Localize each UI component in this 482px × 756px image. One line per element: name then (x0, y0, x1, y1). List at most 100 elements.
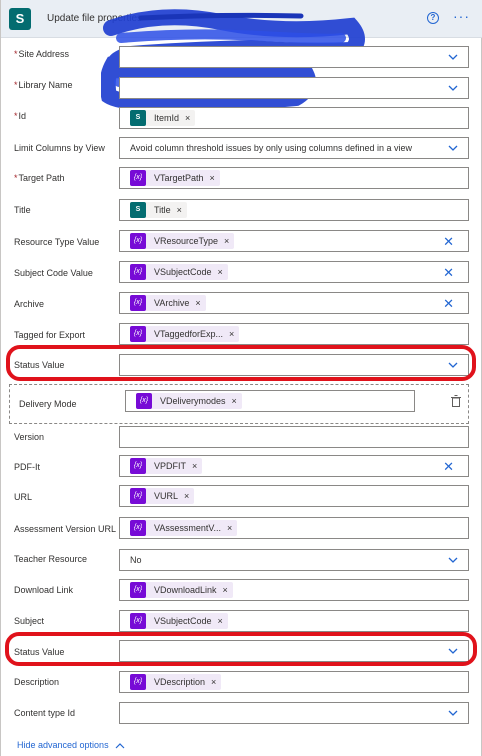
row-id: *Id S ItemId × (1, 104, 482, 134)
tagged-for-export-field[interactable]: {x} VTaggedforExp... × (119, 323, 469, 345)
vtargetpath-token[interactable]: {x} VTargetPath × (130, 170, 220, 186)
chevron-down-icon[interactable] (448, 83, 458, 93)
row-description: Description {x} VDescription × (1, 670, 482, 700)
id-field[interactable]: S ItemId × (119, 107, 469, 129)
varchive-token[interactable]: {x} VArchive × (130, 295, 206, 311)
resource-type-field[interactable]: {x} VResourceType × ✕ (119, 230, 469, 252)
vdownloadlink-token[interactable]: {x} VDownloadLink × (130, 582, 233, 598)
row-site-address: *Site Address (1, 42, 482, 72)
variable-icon: {x} (130, 613, 146, 629)
site-address-dropdown[interactable] (119, 46, 469, 68)
red-highlight-annotation (5, 632, 477, 666)
row-pdf-it: PDF-It {x} VPDFIT × ✕ (1, 455, 482, 485)
archive-field[interactable]: {x} VArchive × ✕ (119, 292, 469, 314)
vdeliverymodes-token[interactable]: {x} VDeliverymodes × (136, 393, 242, 409)
token-label: VTargetPath (154, 173, 204, 183)
chevron-down-icon[interactable] (448, 52, 458, 62)
vdescription-token[interactable]: {x} VDescription × (130, 674, 222, 690)
row-library-name: *Library Name (1, 73, 482, 103)
title-token[interactable]: S Title × (130, 202, 187, 218)
assessment-version-url-field[interactable]: {x} VAssessmentV... × (119, 517, 469, 539)
token-label: VAssessmentV... (154, 523, 222, 533)
remove-token-icon[interactable]: × (184, 491, 189, 501)
download-link-label: Download Link (14, 585, 74, 595)
clear-value-icon[interactable]: ✕ (443, 460, 454, 473)
token-label: Title (154, 205, 171, 215)
chevron-down-icon[interactable] (448, 555, 458, 565)
content-type-id-dropdown[interactable] (119, 702, 469, 724)
remove-token-icon[interactable]: × (218, 267, 223, 277)
more-options-icon[interactable]: ··· (453, 8, 470, 24)
token-label: VDownloadLink (154, 585, 217, 595)
variable-icon: {x} (130, 458, 146, 474)
delete-item-icon[interactable] (451, 395, 461, 407)
variable-icon: {x} (130, 170, 146, 186)
limit-columns-value: Avoid column threshold issues by only us… (130, 143, 412, 153)
url-label: URL (14, 492, 33, 502)
id-label: *Id (14, 111, 27, 121)
variable-icon: {x} (130, 520, 146, 536)
chevron-down-icon[interactable] (448, 143, 458, 153)
vresourcetype-token[interactable]: {x} VResourceType × (130, 233, 235, 249)
help-icon[interactable]: ? (427, 12, 439, 24)
remove-token-icon[interactable]: × (192, 461, 197, 471)
target-path-field[interactable]: {x} VTargetPath × (119, 167, 469, 189)
remove-token-icon[interactable]: × (195, 298, 200, 308)
variable-icon: {x} (130, 488, 146, 504)
library-name-label: *Library Name (14, 80, 73, 90)
site-address-label: *Site Address (14, 49, 70, 59)
remove-token-icon[interactable]: × (210, 173, 215, 183)
description-label: Description (14, 677, 60, 687)
download-link-field[interactable]: {x} VDownloadLink × (119, 579, 469, 601)
row-delivery-mode: Delivery Mode {x} VDeliverymodes × (1, 390, 482, 420)
clear-value-icon[interactable]: ✕ (443, 266, 454, 279)
clear-value-icon[interactable]: ✕ (443, 235, 454, 248)
vassessmentv-token[interactable]: {x} VAssessmentV... × (130, 520, 238, 536)
teacher-resource-dropdown[interactable]: No (119, 549, 469, 571)
library-name-dropdown[interactable] (119, 77, 469, 99)
vsubjectcode-token[interactable]: {x} VSubjectCode × (130, 613, 228, 629)
subject-code-label: Subject Code Value (14, 268, 93, 278)
description-field[interactable]: {x} VDescription × (119, 671, 469, 693)
remove-token-icon[interactable]: × (229, 329, 234, 339)
sharepoint-token-icon: S (130, 202, 146, 218)
subject-code-field[interactable]: {x} VSubjectCode × ✕ (119, 261, 469, 283)
limit-columns-dropdown[interactable]: Avoid column threshold issues by only us… (119, 137, 469, 159)
row-assessment-version-url: Assessment Version URL {x} VAssessmentV.… (1, 517, 482, 547)
variable-icon: {x} (130, 582, 146, 598)
hide-advanced-options-link[interactable]: Hide advanced options (17, 740, 125, 750)
remove-token-icon[interactable]: × (232, 396, 237, 406)
vtaggedforexp-token[interactable]: {x} VTaggedforExp... × (130, 326, 240, 342)
vsubjectcode-token[interactable]: {x} VSubjectCode × (130, 264, 228, 280)
vpdfit-token[interactable]: {x} VPDFIT × (130, 458, 203, 474)
subject-field[interactable]: {x} VSubjectCode × (119, 610, 469, 632)
token-label: VURL (154, 491, 179, 501)
remove-token-icon[interactable]: × (227, 523, 232, 533)
teacher-resource-label: Teacher Resource (14, 554, 88, 564)
remove-token-icon[interactable]: × (211, 677, 216, 687)
remove-token-icon[interactable]: × (185, 113, 190, 123)
content-type-id-label: Content type Id (14, 708, 76, 718)
variable-icon: {x} (130, 233, 146, 249)
variable-icon: {x} (130, 326, 146, 342)
delivery-mode-field[interactable]: {x} VDeliverymodes × (125, 390, 415, 412)
chevron-up-icon (115, 742, 125, 749)
token-label: VResourceType (154, 236, 219, 246)
archive-label: Archive (14, 299, 45, 309)
pdf-it-field[interactable]: {x} VPDFIT × ✕ (119, 455, 469, 477)
item-id-token[interactable]: S ItemId × (130, 110, 196, 126)
remove-token-icon[interactable]: × (224, 236, 229, 246)
chevron-down-icon[interactable] (448, 708, 458, 718)
hide-advanced-options-label: Hide advanced options (17, 740, 109, 750)
token-label: ItemId (154, 113, 180, 123)
remove-token-icon[interactable]: × (218, 616, 223, 626)
title-field[interactable]: S Title × (119, 199, 469, 221)
remove-token-icon[interactable]: × (223, 585, 228, 595)
tagged-for-export-label: Tagged for Export (14, 330, 86, 340)
token-label: VSubjectCode (154, 616, 212, 626)
remove-token-icon[interactable]: × (177, 205, 182, 215)
version-field[interactable] (119, 426, 469, 448)
vurl-token[interactable]: {x} VURL × (130, 488, 195, 504)
clear-value-icon[interactable]: ✕ (443, 297, 454, 310)
url-field[interactable]: {x} VURL × (119, 485, 469, 507)
